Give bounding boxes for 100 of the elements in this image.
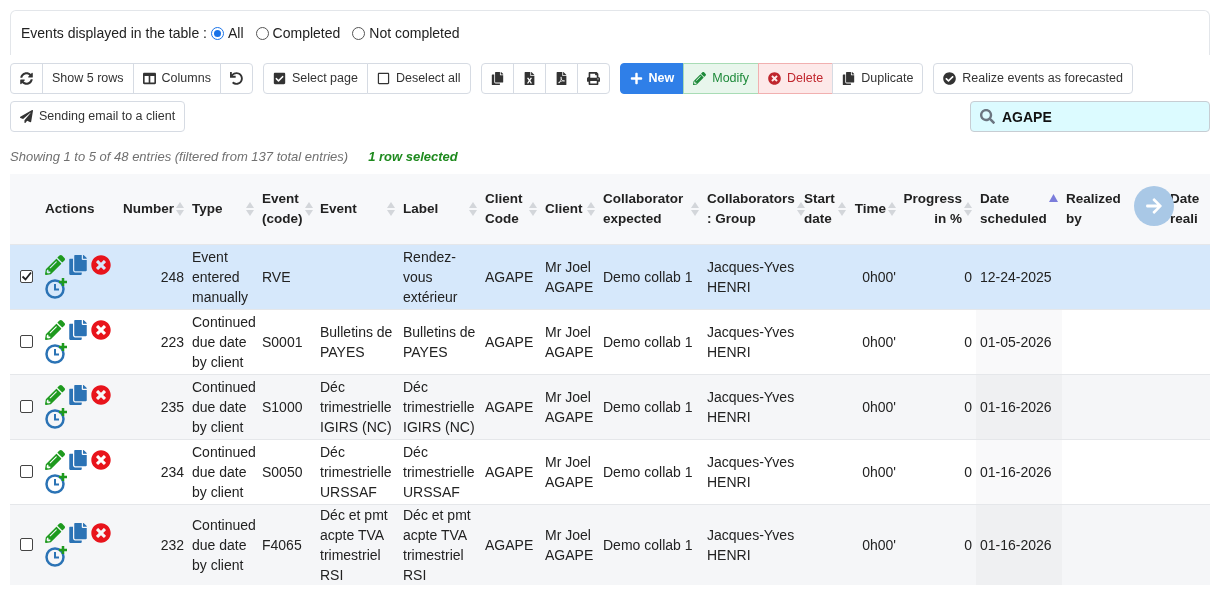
delete-icon[interactable] [91,384,111,405]
table-cell: 0h00' [862,333,896,350]
toolbar-button[interactable]: New [619,63,685,94]
empty-box-icon [376,72,390,85]
table-cell: Bulletins de PAYES [403,323,476,360]
toolbar-button[interactable]: Delete [758,63,834,94]
table-cell: Continued due date by client [192,378,256,435]
table-cell: 0h00' [862,268,896,285]
column-header[interactable]: Realized by [1066,188,1124,229]
filter-radio[interactable]: Not completed [352,22,460,44]
column-header[interactable]: Date scheduled [980,188,1047,229]
edit-icon[interactable] [45,254,65,275]
row-checkbox[interactable] [20,400,33,413]
plus-icon [629,72,643,85]
column-header[interactable]: Number [123,198,174,219]
column-header[interactable]: Actions [45,198,95,219]
delete-icon[interactable] [91,254,111,275]
column-header[interactable]: Client [545,198,583,219]
toolbar-button[interactable]: Deselect all [366,63,471,94]
table-cell: Mr Joel AGAPE [545,526,594,563]
table-cell: 248 [160,268,184,285]
table-cell: Event entered manually [192,248,249,305]
clock-plus-icon[interactable] [45,471,69,494]
toolbar-button[interactable]: Columns [132,63,221,94]
column-header[interactable]: Start date [804,188,836,229]
column-header[interactable]: Type [192,198,223,219]
pdf-export-button[interactable] [544,63,578,94]
column-header[interactable]: Label [403,198,439,219]
row-checkbox[interactable] [20,270,33,283]
row-checkbox[interactable] [20,538,33,551]
clock-plus-icon[interactable] [45,276,69,299]
pencil-icon [693,72,707,85]
search-field[interactable]: AGAPE [970,101,1210,132]
table-cell: AGAPE [485,463,534,480]
clock-plus-icon[interactable] [45,544,69,567]
toolbar-button[interactable]: Select page [262,63,368,94]
copy-icon[interactable] [68,522,88,543]
table-cell: 234 [160,463,184,480]
table-cell: 0h00' [862,536,896,553]
toolbar-button[interactable]: Modify [683,63,760,94]
refresh-button[interactable] [10,63,43,94]
table-cell: Continued due date by client [192,313,256,370]
table-cell: 223 [160,333,184,350]
clock-plus-icon[interactable] [45,341,69,364]
print-button[interactable] [576,63,610,94]
delete-icon[interactable] [91,449,111,470]
filter-label: Events displayed in the table : [21,23,207,43]
undo-button[interactable] [219,63,253,94]
undo-icon [229,72,243,85]
table-cell: Jacques-Yves HENRI [707,526,795,563]
table-cell: S0050 [262,463,303,480]
table-cell: S1000 [262,398,303,415]
table-cell: 01-16-2026 [980,536,1052,553]
column-header[interactable]: Event [320,198,357,219]
toolbar-button[interactable]: Duplicate [832,63,924,94]
column-header[interactable]: Collaborator expected [603,188,689,229]
table-cell: Continued due date by client [192,516,256,573]
table-cell: Demo collab 1 [603,268,693,285]
table-cell: RVE [262,268,291,285]
print-icon [586,72,600,85]
column-header[interactable]: Collaborators : Group [707,188,795,229]
table-cell: Jacques-Yves HENRI [707,323,795,360]
row-checkbox[interactable] [20,465,33,478]
column-header[interactable]: Progress in % [903,188,962,229]
paper-plane-icon [20,110,33,123]
table-cell: 232 [160,536,184,553]
excel-file-icon [522,72,536,85]
copy-icon[interactable] [68,384,88,405]
filter-radio[interactable]: All [211,22,244,44]
table-cell: AGAPE [485,268,534,285]
table-cell: 235 [160,398,184,415]
column-header[interactable]: Event (code) [262,188,303,229]
table-cell: 0 [964,268,972,285]
toolbar-button[interactable]: Sending email to a client [10,101,186,132]
sort-ascending-icon[interactable] [1049,193,1058,202]
delete-icon[interactable] [91,319,111,340]
table-cell: Demo collab 1 [603,463,693,480]
delete-icon[interactable] [91,522,111,543]
excel-export-button[interactable] [512,63,546,94]
copy-button[interactable] [480,63,514,94]
delete-icon [768,72,782,85]
column-header[interactable]: Time [854,198,886,219]
edit-icon[interactable] [45,449,65,470]
edit-icon[interactable] [45,522,65,543]
copy-icon[interactable] [68,449,88,470]
toolbar-button[interactable]: Realize events as forecasted [933,63,1133,94]
row-checkbox[interactable] [20,335,33,348]
column-header[interactable]: Client Code [485,188,527,229]
edit-icon[interactable] [45,384,65,405]
clock-plus-icon[interactable] [45,406,69,429]
filter-radio[interactable]: Completed [255,22,341,44]
copy-icon[interactable] [68,254,88,275]
selection-count: 1 row selected [368,148,458,167]
table-cell: Rendez-vous extérieur [403,248,458,305]
toolbar-button[interactable]: Show 5 rows [42,63,134,94]
copy-icon[interactable] [68,319,88,340]
table-cell: Bulletins de PAYES [320,323,393,360]
table-cell: AGAPE [485,536,534,553]
table-cell: Déc trimestrielle URSSAF [320,443,392,500]
edit-icon[interactable] [45,319,65,340]
